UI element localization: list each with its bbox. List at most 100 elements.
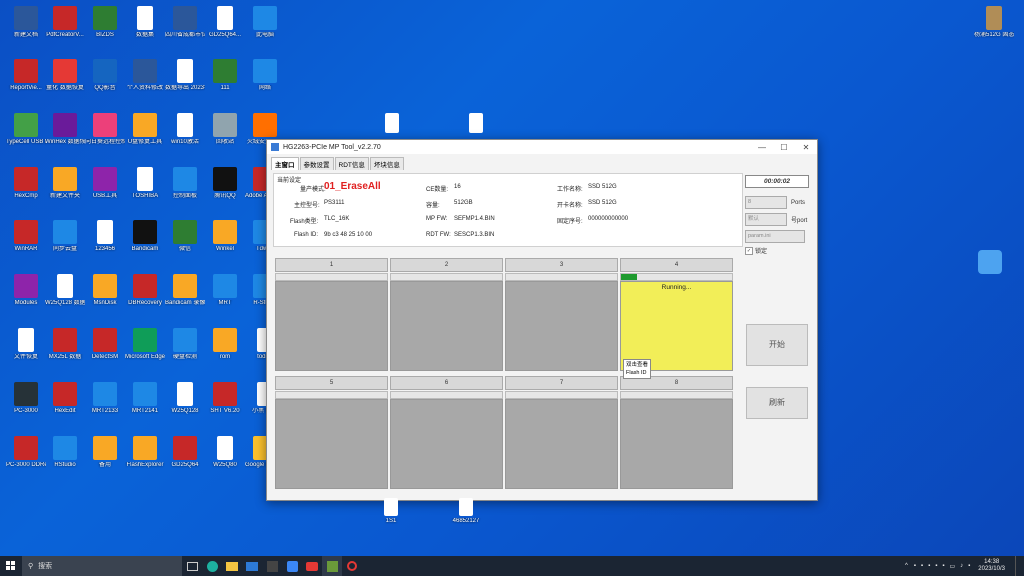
title-bar[interactable]: HG2263-PCIe MP Tool_v2.2.70 — ☐ ✕	[267, 140, 817, 154]
desktop-icon[interactable]: 微信	[165, 220, 205, 253]
port-cell-4[interactable]: 4 Running...	[620, 258, 733, 371]
desktop-icon[interactable]: MRT	[205, 274, 245, 307]
desktop-icon[interactable]: 四川省成都市位置	[165, 6, 205, 39]
ini-select[interactable]: param.ini	[745, 230, 805, 243]
desktop-icon[interactable]: WinHex 数据恢复	[45, 113, 85, 146]
desktop-icon[interactable]: 123456	[85, 220, 125, 253]
desktop-icon[interactable]: SHT V6.20	[205, 382, 245, 415]
port-cell-8[interactable]: 8	[620, 376, 733, 489]
desktop-icon[interactable]: TypeCell USB Editor	[6, 113, 46, 146]
desktop-icon[interactable]: 回收站	[205, 113, 245, 146]
desktop-widget-bird[interactable]	[970, 250, 1010, 274]
ime-icon[interactable]: ▪	[968, 563, 970, 569]
record-taskbar-icon[interactable]	[342, 556, 362, 576]
tab-main[interactable]: 主窗口	[271, 157, 299, 170]
desktop-file-icon[interactable]	[456, 113, 496, 133]
desktop-icon[interactable]: 控制面板	[165, 167, 205, 200]
desktop-icon[interactable]: TOSHIBA	[125, 167, 165, 200]
port-cell-7[interactable]: 7	[505, 376, 618, 489]
taskbar-search-box[interactable]: ⚲ 搜索	[22, 556, 182, 576]
desktop-icon[interactable]: 数据集	[125, 6, 165, 39]
desktop-icon[interactable]: 此电脑	[245, 6, 285, 39]
taskbar-clock[interactable]: 14:38 2023/10/3	[972, 559, 1015, 573]
desktop-icon[interactable]: PdfCreatorV...	[45, 6, 85, 39]
desktop-file-46852127[interactable]: 46852127	[446, 498, 486, 525]
desktop-icon[interactable]: 新建文件夹	[45, 167, 85, 200]
desktop-icon[interactable]: QQ影音	[85, 59, 125, 92]
tray-chevron-icon[interactable]: ^	[905, 563, 908, 569]
desktop-icon[interactable]: DBRecovery	[125, 274, 165, 307]
desktop-icon[interactable]: RStudio	[45, 436, 85, 469]
tab-badblock[interactable]: 坏块信息	[369, 157, 404, 170]
store-taskbar-icon[interactable]	[262, 556, 282, 576]
notification-icon[interactable]	[1015, 556, 1024, 576]
desktop-icon[interactable]: rom	[205, 328, 245, 361]
lock-checkbox[interactable]: ✓	[745, 246, 753, 255]
desktop-icon[interactable]: Modules	[6, 274, 46, 307]
mail-taskbar-icon[interactable]	[242, 556, 262, 576]
desktop-icon[interactable]: ReportVie...	[6, 59, 46, 92]
desktop-icon[interactable]: HexEdit	[45, 382, 85, 415]
network-icon[interactable]: ▭	[949, 563, 955, 570]
start-button[interactable]: 开始	[746, 324, 808, 366]
desktop-icon[interactable]: 新建文档	[6, 6, 46, 39]
ports-select[interactable]: 8	[745, 196, 787, 209]
refresh-button[interactable]: 刷新	[746, 387, 808, 419]
task-view-icon[interactable]	[182, 556, 202, 576]
port-cell-5[interactable]: 5	[275, 376, 388, 489]
desktop-icon[interactable]: MX25L 数据	[45, 328, 85, 361]
desktop-icon[interactable]: 向日葵远程控制	[85, 113, 125, 146]
desktop-icon[interactable]: 文件恢复	[6, 328, 46, 361]
tray-app-icon-2[interactable]: ▪	[921, 563, 923, 569]
desktop-icon[interactable]: FlashExplorer	[125, 436, 165, 469]
desktop-icon[interactable]: PC-3000	[6, 382, 46, 415]
desktop-icon[interactable]: 硬盘检测	[165, 328, 205, 361]
desktop-icon[interactable]: U盘修复工具	[125, 113, 165, 146]
port-cell-3[interactable]: 3	[505, 258, 618, 371]
tab-rdt[interactable]: RDT信息	[334, 157, 369, 170]
desktop-icon[interactable]: USB工具	[85, 167, 125, 200]
start-button[interactable]	[0, 556, 22, 576]
desktop-icon[interactable]: Bandicam 录像文件	[165, 274, 205, 307]
desktop-icon[interactable]: 备用	[85, 436, 125, 469]
desktop-icon[interactable]: MRT2141	[125, 382, 165, 415]
desktop-icon[interactable]: Bandicam	[125, 220, 165, 253]
desktop-icon[interactable]: BIZDS	[85, 6, 125, 39]
desktop-icon-ssd-512g-right[interactable]: 杨浦512G 固态硬盘	[974, 6, 1014, 39]
desktop-icon[interactable]: 网络	[245, 59, 285, 92]
desktop-icon[interactable]: WinRAR	[6, 220, 46, 253]
desktop-icon[interactable]: W25Q128 数据BIN	[45, 274, 85, 307]
desktop-icon[interactable]: W25Q128	[165, 382, 205, 415]
port-cell-2[interactable]: 2	[390, 258, 503, 371]
mp-tool-taskbar-icon[interactable]	[322, 556, 342, 576]
desktop-icon[interactable]: HexCmp	[6, 167, 46, 200]
mode-select[interactable]: 默认	[745, 213, 787, 226]
desktop-icon[interactable]: DetectSM	[85, 328, 125, 361]
close-icon[interactable]: ✕	[795, 143, 817, 152]
desktop-file-icon[interactable]	[372, 113, 412, 133]
port-cell-1[interactable]: 1	[275, 258, 388, 371]
desktop-icon[interactable]: Microsoft Edge	[125, 328, 165, 361]
minimize-icon[interactable]: —	[751, 143, 773, 152]
desktop-icon[interactable]: 111	[205, 59, 245, 92]
feishu-taskbar-icon[interactable]	[282, 556, 302, 576]
desktop-icon[interactable]: MRT2133	[85, 382, 125, 415]
youtube-taskbar-icon[interactable]	[302, 556, 322, 576]
desktop-icon[interactable]: 个人资料修改	[125, 59, 165, 92]
volume-icon[interactable]: ♪	[960, 563, 963, 569]
port-cell-6[interactable]: 6	[390, 376, 503, 489]
tab-params[interactable]: 参数设置	[299, 157, 334, 170]
desktop-icon[interactable]: 腾讯QQ	[205, 167, 245, 200]
desktop-icon[interactable]: Winkel	[205, 220, 245, 253]
desktop-icon[interactable]: PC-3000 DDRescue	[6, 436, 46, 469]
explorer-taskbar-icon[interactable]	[222, 556, 242, 576]
tray-app-icon-5[interactable]: ▪	[942, 563, 944, 569]
desktop-icon[interactable]: MsnDisk	[85, 274, 125, 307]
desktop-file-1s1[interactable]: 1S1	[371, 498, 411, 525]
desktop-icon[interactable]: GD25Q64	[165, 436, 205, 469]
desktop-icon[interactable]: win10激活	[165, 113, 205, 146]
desktop-icon[interactable]: W25Q80	[205, 436, 245, 469]
edge-taskbar-icon[interactable]	[202, 556, 222, 576]
desktop-icon[interactable]: 量化 数据恢复	[45, 59, 85, 92]
tray-app-icon-4[interactable]: ▪	[935, 563, 937, 569]
